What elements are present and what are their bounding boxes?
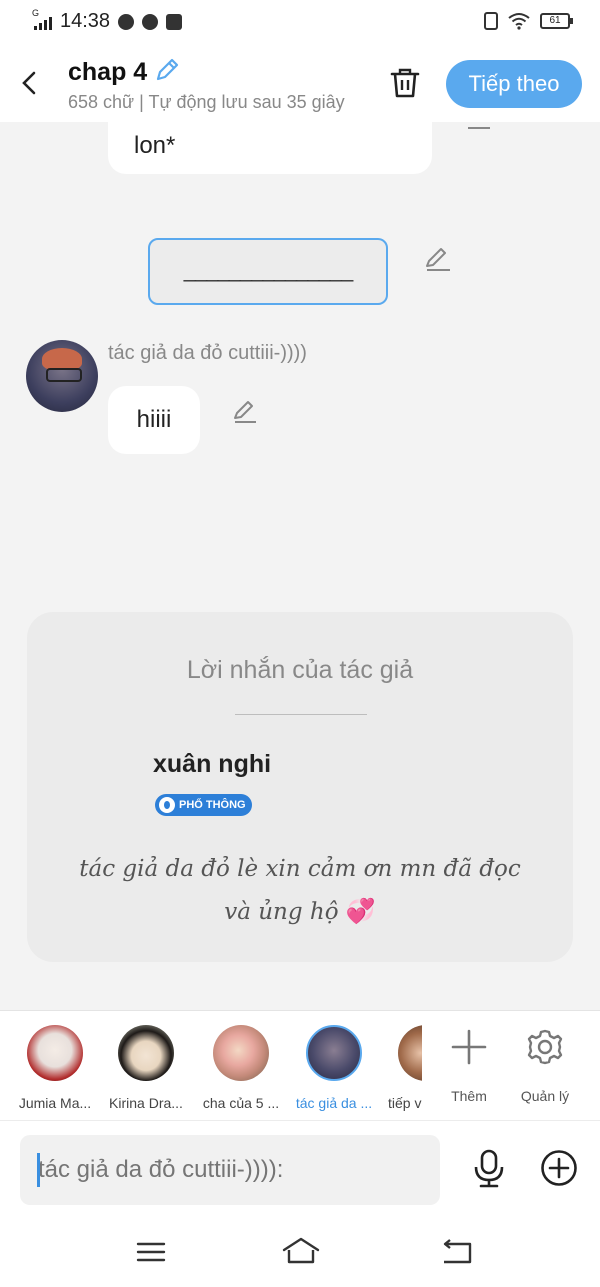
chapter-title[interactable]: chap 4 <box>68 58 147 87</box>
author-name: xuân nghi <box>153 750 272 778</box>
avatar <box>306 1025 362 1081</box>
gear-icon <box>527 1029 563 1065</box>
chat-area[interactable]: lon* _______________ tác giả da đỏ cutti… <box>0 122 600 1010</box>
author-note-text: tác giả da đỏ lè xin cảm ơn mn đã đọc và… <box>79 856 521 925</box>
chrome-icon <box>142 13 159 30</box>
message-text: hiiii <box>136 406 172 433</box>
avatar <box>398 1025 422 1081</box>
next-button[interactable]: Tiếp theo <box>446 60 582 108</box>
back-button[interactable] <box>14 66 44 100</box>
character-item-selected[interactable]: tác giả da ... <box>286 1025 382 1111</box>
badge-icon <box>159 797 175 813</box>
trash-icon[interactable] <box>388 66 422 100</box>
home-icon[interactable] <box>282 1236 320 1266</box>
hearts-emoji: 💞 <box>345 897 376 925</box>
divider-text: _______________ <box>183 257 354 282</box>
character-label: Kirina Dra... <box>109 1095 183 1111</box>
badge-label: PHỔ THÔNG <box>179 799 246 811</box>
add-circle-icon[interactable] <box>540 1149 578 1187</box>
add-label: Thêm <box>451 1088 487 1104</box>
avatar <box>118 1025 174 1081</box>
message-text: lon* <box>134 132 176 159</box>
author-note-card[interactable]: Lời nhắn của tác giả xuân nghi PHỔ THÔNG… <box>27 612 573 962</box>
messenger-icon <box>118 13 135 30</box>
chevron-left-icon <box>22 71 36 95</box>
message-bubble[interactable]: lon* <box>108 122 432 174</box>
battery-icon: 61 <box>540 13 573 29</box>
app-header: chap 4 658 chữ | Tự động lưu sau 35 giây… <box>0 46 600 122</box>
plus-icon <box>451 1029 487 1065</box>
character-item[interactable]: Jumia Ma... <box>7 1025 103 1111</box>
avatar[interactable] <box>26 340 98 412</box>
avatar <box>27 1025 83 1081</box>
manage-label: Quản lý <box>520 1088 570 1104</box>
system-nav-bar <box>0 1216 600 1287</box>
message-input[interactable] <box>20 1135 440 1205</box>
signal-icon: G <box>32 8 52 30</box>
character-label: tác giả da ... <box>295 1095 373 1111</box>
pencil-icon[interactable] <box>232 400 258 424</box>
text-caret <box>37 1153 40 1187</box>
character-label: Jumia Ma... <box>18 1095 92 1111</box>
manage-button[interactable]: Quản lý <box>505 1027 585 1104</box>
storage-icon <box>166 13 183 30</box>
pencil-icon[interactable] <box>466 122 492 130</box>
input-bar <box>0 1120 600 1216</box>
avatar <box>213 1025 269 1081</box>
autosave-status: 658 chữ | Tự động lưu sau 35 giây <box>68 92 345 112</box>
character-bar: Jumia Ma... Kirina Dra... cha của 5 ... … <box>0 1010 600 1120</box>
character-label: cha của 5 ... <box>202 1095 280 1111</box>
character-label: tiếp v <box>388 1095 422 1111</box>
scene-divider[interactable]: _______________ <box>148 238 388 305</box>
status-time: 14:38 <box>60 10 111 32</box>
status-badge: PHỔ THÔNG <box>155 794 252 816</box>
add-character-button[interactable]: Thêm <box>429 1027 509 1104</box>
menu-icon[interactable] <box>136 1240 166 1264</box>
sender-name: tác giả da đỏ cuttiii-)))) <box>108 342 307 364</box>
vibrate-icon <box>484 12 498 30</box>
wifi-icon <box>508 13 530 30</box>
system-back-icon[interactable] <box>440 1238 474 1266</box>
message-bubble[interactable]: hiiii <box>108 386 200 454</box>
divider <box>235 714 367 715</box>
author-note-title: Lời nhắn của tác giả <box>186 656 414 684</box>
microphone-icon[interactable] <box>472 1149 506 1189</box>
character-item[interactable]: Kirina Dra... <box>98 1025 194 1111</box>
author-note-message: tác giả da đỏ lè xin cảm ơn mn đã đọc và… <box>77 848 523 933</box>
character-item[interactable]: cha của 5 ... <box>193 1025 289 1111</box>
character-item[interactable]: tiếp v <box>378 1025 422 1111</box>
pencil-icon[interactable] <box>424 246 452 272</box>
status-bar: G 14:38 61 <box>0 0 600 46</box>
pencil-icon[interactable] <box>153 56 181 89</box>
